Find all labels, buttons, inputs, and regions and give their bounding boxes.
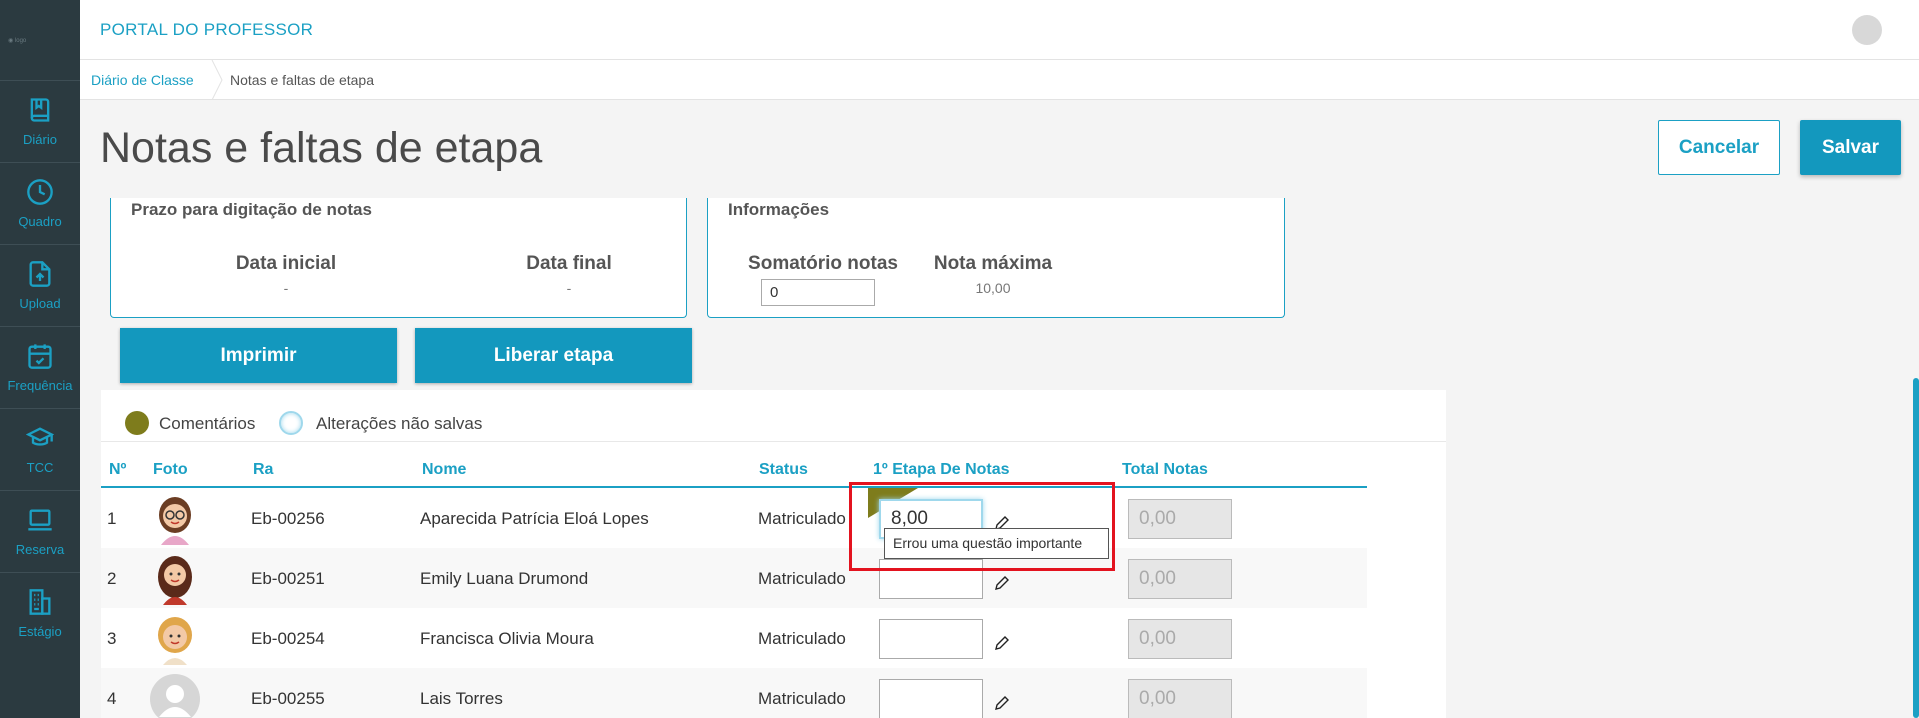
table-row: 1 Eb-00256 Aparecida Patrícia Eloá Lopes… — [101, 488, 1367, 548]
sidebar-item-upload[interactable]: Upload — [0, 244, 80, 326]
sidebar-item-diario[interactable]: Diário — [0, 80, 80, 162]
highlight-box — [849, 482, 1115, 571]
laptop-icon — [28, 509, 52, 531]
grades-panel: Comentários Alterações não salvas Nº Fot… — [101, 390, 1446, 718]
col-header-total: Total Notas — [1122, 461, 1208, 478]
save-button[interactable]: Salvar — [1800, 120, 1901, 175]
sum-input[interactable] — [761, 279, 875, 306]
col-header-status: Status — [759, 461, 808, 478]
table-header: Nº Foto Ra Nome Status 1º Etapa De Notas… — [101, 446, 1367, 488]
sidebar-item-frequencia[interactable]: Frequência — [0, 326, 80, 408]
sidebar-item-estagio[interactable]: Estágio — [0, 572, 80, 654]
sidebar-item-reserva[interactable]: Reserva — [0, 490, 80, 572]
row-number: 3 — [107, 629, 117, 648]
sidebar-item-label: Quadro — [18, 214, 62, 229]
sidebar-item-tcc[interactable]: TCC — [0, 408, 80, 490]
end-date-label: Data final — [526, 253, 612, 274]
deadline-box: Prazo para digitação de notas Data inici… — [110, 198, 687, 318]
app-logo: ◉ logo — [8, 37, 27, 44]
legend: Comentários Alterações não salvas — [101, 390, 1446, 442]
row-number: 4 — [107, 689, 117, 708]
unsaved-legend-label: Alterações não salvas — [316, 414, 483, 433]
row-name: Francisca Olivia Moura — [420, 629, 594, 648]
calendar-check-icon — [28, 344, 52, 369]
table-row: 4 Eb-00255 Lais Torres Matriculado — [101, 668, 1367, 718]
student-photo-avatar — [159, 497, 191, 545]
row-status: Matriculado — [758, 569, 846, 588]
row-ra: Eb-00255 — [251, 689, 325, 708]
comments-legend-dot — [125, 411, 149, 435]
total-input — [1128, 499, 1232, 539]
row-ra: Eb-00254 — [251, 629, 325, 648]
sidebar-item-label: Upload — [19, 296, 61, 311]
info-box-title: Informações — [728, 200, 830, 219]
row-ra: Eb-00256 — [251, 509, 325, 528]
clock-icon — [27, 179, 53, 205]
row-name: Aparecida Patrícia Eloá Lopes — [420, 509, 649, 528]
start-date-value: - — [283, 280, 289, 296]
breadcrumb-root-link[interactable]: Diário de Classe — [91, 72, 194, 88]
info-box: Informações Somatório notas Nota máxima … — [707, 198, 1285, 318]
row-number: 1 — [107, 509, 117, 528]
breadcrumb-separator-icon — [211, 60, 223, 100]
sidebar: ◉ logo Diário Quadro Upload Frequência T… — [0, 0, 80, 718]
col-header-name: Nome — [422, 461, 467, 478]
comments-legend-label: Comentários — [159, 414, 256, 433]
unsaved-legend-dot — [279, 411, 303, 435]
total-input — [1128, 679, 1232, 718]
table-row: 3 Eb-00254 Francisca Olivia Moura Matric… — [101, 608, 1367, 668]
student-photo-avatar — [150, 674, 200, 718]
end-date-value: - — [566, 280, 572, 296]
user-avatar[interactable] — [1852, 15, 1882, 45]
row-name: Lais Torres — [420, 689, 503, 708]
top-bar: PORTAL DO PROFESSOR — [80, 0, 1919, 60]
sum-label: Somatório notas — [748, 253, 898, 274]
row-status: Matriculado — [758, 629, 846, 648]
student-photo-avatar — [158, 556, 192, 605]
pencil-icon[interactable] — [994, 695, 1010, 711]
sidebar-item-label: Reserva — [15, 542, 65, 557]
start-date-label: Data inicial — [235, 253, 337, 274]
total-input — [1128, 559, 1232, 599]
max-grade-value: 10,00 — [975, 280, 1011, 296]
row-status: Matriculado — [758, 689, 846, 708]
app-title: PORTAL DO PROFESSOR — [100, 20, 314, 39]
cancel-button[interactable]: Cancelar — [1658, 120, 1780, 175]
sidebar-item-label: Diário — [23, 132, 57, 147]
book-icon — [30, 98, 50, 122]
sidebar-item-label: Estágio — [18, 624, 62, 639]
row-status: Matriculado — [758, 509, 846, 528]
page-title: Notas e faltas de etapa — [100, 124, 543, 172]
col-header-num: Nº — [109, 461, 127, 478]
col-header-photo: Foto — [153, 461, 188, 478]
row-name: Emily Luana Drumond — [420, 569, 589, 588]
release-stage-button[interactable]: Liberar etapa — [415, 328, 692, 383]
deadline-box-title: Prazo para digitação de notas — [131, 200, 372, 219]
grade-input[interactable] — [879, 619, 983, 659]
print-button[interactable]: Imprimir — [120, 328, 397, 383]
col-header-stage-grade: 1º Etapa De Notas — [873, 461, 1010, 478]
grades-table: Nº Foto Ra Nome Status 1º Etapa De Notas… — [101, 446, 1367, 718]
row-number: 2 — [107, 569, 117, 588]
row-ra: Eb-00251 — [251, 569, 325, 588]
sidebar-item-label: Frequência — [7, 378, 73, 393]
upload-file-icon — [29, 261, 51, 287]
breadcrumb-current: Notas e faltas de etapa — [230, 72, 374, 88]
table-row: 2 Eb-00251 Emily Luana Drumond Matricula… — [101, 548, 1367, 608]
col-header-ra: Ra — [253, 461, 274, 478]
pencil-icon[interactable] — [994, 635, 1010, 651]
max-grade-label: Nota máxima — [933, 253, 1053, 274]
building-icon — [29, 589, 51, 615]
total-input — [1128, 619, 1232, 659]
student-photo-avatar — [158, 617, 192, 665]
graduation-cap-icon — [26, 427, 54, 446]
sidebar-item-quadro[interactable]: Quadro — [0, 162, 80, 244]
breadcrumb: Diário de Classe Notas e faltas de etapa — [80, 60, 1919, 100]
pencil-icon[interactable] — [994, 575, 1010, 591]
page-scrollbar[interactable] — [1913, 378, 1919, 718]
grade-input[interactable] — [879, 679, 983, 718]
sidebar-item-label: TCC — [26, 460, 54, 475]
